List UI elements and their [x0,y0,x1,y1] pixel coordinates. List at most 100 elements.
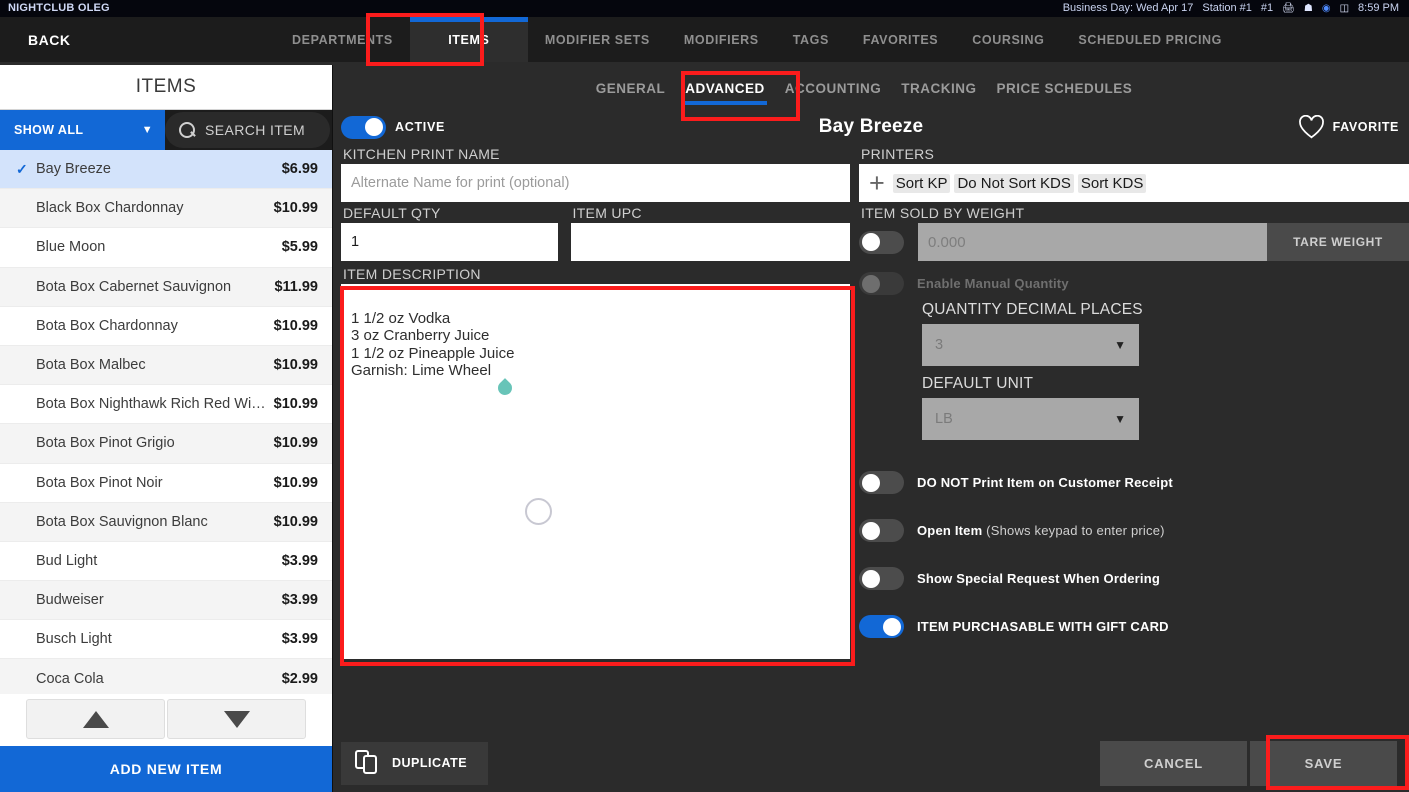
show-special-request-toggle[interactable] [859,567,904,590]
list-item-price: $6.99 [282,161,318,177]
list-item-name: Bota Box Sauvignon Blanc [36,514,274,530]
page-up-button[interactable] [26,699,165,739]
favorite-button[interactable]: FAVORITE [1298,115,1399,139]
form-column-right: PRINTERS + Sort KP Do Not Sort KDS Sort … [850,143,1409,659]
nav-tab-items[interactable]: ITEMS [410,17,528,62]
printer-chip[interactable]: Sort KDS [1078,174,1147,193]
weight-input[interactable]: 0.000 [918,223,1267,261]
printers-label: PRINTERS [859,143,1409,164]
add-new-item-button[interactable]: ADD NEW ITEM [0,746,332,792]
wifi-icon: ☗ [1304,0,1313,17]
qty-upc-row: DEFAULT QTY 1 ITEM UPC [341,202,850,261]
item-upc-input[interactable] [571,223,850,261]
list-item-price: $10.99 [274,357,318,373]
quantity-decimal-places-select[interactable]: 3 ▼ [922,324,1139,366]
quantity-settings-group: QUANTITY DECIMAL PLACES 3 ▼ DEFAULT UNIT… [859,301,1409,440]
list-item[interactable]: Bota Box Nighthawk Rich Red Win...$10.99 [0,385,332,424]
list-item[interactable]: ✓Bay Breeze$6.99 [0,150,332,189]
do-not-print-receipt-toggle[interactable] [859,471,904,494]
nav-tab-modifier-sets[interactable]: MODIFIER SETS [528,17,667,62]
kitchen-print-name-label: KITCHEN PRINT NAME [341,143,850,164]
item-description-label: ITEM DESCRIPTION [341,261,850,284]
gift-card-purchasable-row: ITEM PURCHASABLE WITH GIFT CARD [859,615,1409,638]
list-item[interactable]: Budweiser$3.99 [0,581,332,620]
list-item-name: Coca Cola [36,671,282,687]
sub-tab-price-schedules[interactable]: PRICE SCHEDULES [987,81,1143,96]
back-button[interactable]: BACK [0,17,130,62]
open-item-row: Open Item (Shows keypad to enter price) [859,519,1409,542]
item-description-textarea[interactable]: 1 1/2 oz Vodka 3 oz Cranberry Juice 1 1/… [341,284,850,659]
list-item[interactable]: Busch Light$3.99 [0,620,332,659]
list-item[interactable]: Black Box Chardonnay$10.99 [0,189,332,228]
list-item[interactable]: Coca Cola$2.99 [0,659,332,694]
default-qty-group: DEFAULT QTY 1 [341,202,558,261]
nav-tab-departments[interactable]: DEPARTMENTS [275,17,410,62]
printers-field[interactable]: + Sort KP Do Not Sort KDS Sort KDS [859,164,1409,202]
duplicate-button[interactable]: DUPLICATE [341,742,488,785]
show-all-dropdown[interactable]: SHOW ALL ▼ [0,110,165,150]
item-sold-by-weight-row: 0.000 TARE WEIGHT [859,223,1409,261]
list-item[interactable]: Blue Moon$5.99 [0,228,332,267]
default-unit-value: LB [935,411,953,427]
sub-tab-tracking[interactable]: TRACKING [891,81,986,96]
page-down-button[interactable] [167,699,306,739]
list-item-price: $10.99 [274,435,318,451]
open-item-label-main: Open Item [917,523,982,538]
nav-tab-tags[interactable]: TAGS [776,17,846,62]
list-item[interactable]: Bota Box Malbec$10.99 [0,346,332,385]
sub-tab-general[interactable]: GENERAL [586,81,676,96]
chevron-down-icon: ▼ [1114,338,1126,352]
sub-tab-accounting[interactable]: ACCOUNTING [775,81,892,96]
default-unit-select[interactable]: LB ▼ [922,398,1139,440]
item-upc-label: ITEM UPC [571,202,850,223]
list-item[interactable]: Bota Box Pinot Grigio$10.99 [0,424,332,463]
list-item[interactable]: Bud Light$3.99 [0,542,332,581]
list-item-name: Bota Box Pinot Noir [36,475,274,491]
list-item[interactable]: Bota Box Pinot Noir$10.99 [0,464,332,503]
check-icon: ✓ [16,161,36,178]
venue-name: NIGHTCLUB OLEG [8,0,110,17]
enable-manual-quantity-label: Enable Manual Quantity [917,276,1069,291]
nav-tab-scheduled-pricing[interactable]: SCHEDULED PRICING [1061,17,1239,62]
printer-icon: 🖨 [1282,0,1295,17]
nav-tab-modifiers[interactable]: MODIFIERS [667,17,776,62]
open-item-toggle[interactable] [859,519,904,542]
sidebar-filter-row: SHOW ALL ▼ SEARCH ITEM [0,110,332,150]
text-selection-handle-icon[interactable] [495,378,515,398]
pager-controls [0,694,332,746]
search-input[interactable]: SEARCH ITEM [165,112,330,148]
show-special-request-row: Show Special Request When Ordering [859,567,1409,590]
list-item-price: $3.99 [282,553,318,569]
gift-card-purchasable-toggle[interactable] [859,615,904,638]
active-toggle[interactable] [341,116,386,139]
pos-app: NIGHTCLUB OLEG Business Day: Wed Apr 17 … [0,0,1409,792]
list-item-name: Bota Box Chardonnay [36,318,274,334]
plus-icon[interactable]: + [869,170,885,197]
enable-manual-quantity-toggle[interactable] [859,272,904,295]
cancel-button[interactable]: CANCEL [1100,741,1247,786]
printer-chip[interactable]: Do Not Sort KDS [954,174,1073,193]
list-item[interactable]: Bota Box Chardonnay$10.99 [0,307,332,346]
item-sold-by-weight-toggle[interactable] [859,231,904,254]
form-columns: KITCHEN PRINT NAME Alternate Name for pr… [333,143,1409,659]
quantity-decimal-places-value: 3 [935,337,943,353]
list-item[interactable]: Bota Box Sauvignon Blanc$10.99 [0,503,332,542]
items-sidebar: ITEMS SHOW ALL ▼ SEARCH ITEM ✓Bay Breeze… [0,65,333,792]
search-placeholder: SEARCH ITEM [205,122,305,138]
list-item-name: Bota Box Cabernet Sauvignon [36,279,274,295]
tare-weight-button[interactable]: TARE WEIGHT [1267,223,1409,261]
bottom-action-bar: DUPLICATE CANCEL SAVE [333,734,1409,792]
printer-chip[interactable]: Sort KP [893,174,951,193]
save-button[interactable]: SAVE [1250,741,1397,786]
show-all-label: SHOW ALL [14,123,83,137]
nav-tab-favorites[interactable]: FAVORITES [846,17,955,62]
toggle-knob [862,474,880,492]
default-qty-input[interactable]: 1 [341,223,558,261]
kitchen-print-name-input[interactable]: Alternate Name for print (optional) [341,164,850,202]
duplicate-label: DUPLICATE [392,756,467,770]
item-list[interactable]: ✓Bay Breeze$6.99Black Box Chardonnay$10.… [0,150,332,694]
sub-tab-advanced[interactable]: ADVANCED [675,81,775,96]
sync-icon: ◉ [1322,0,1331,17]
list-item[interactable]: Bota Box Cabernet Sauvignon$11.99 [0,268,332,307]
nav-tab-coursing[interactable]: COURSING [955,17,1061,62]
